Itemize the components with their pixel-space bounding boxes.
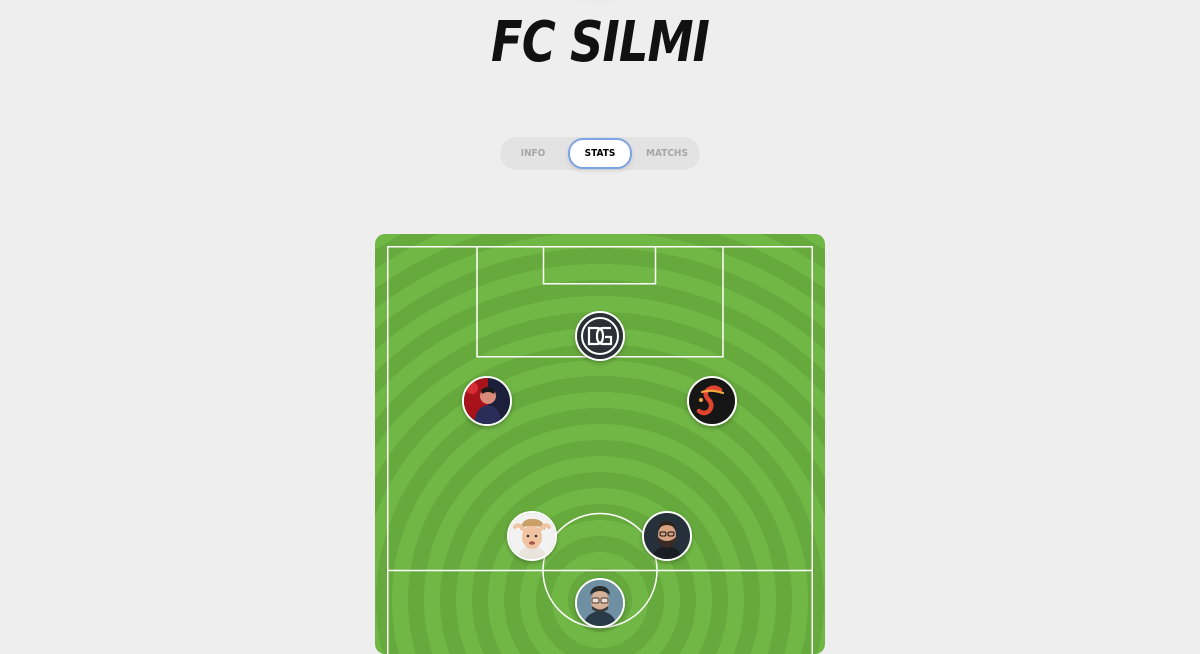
bearded-man-icon [644, 513, 690, 559]
goal-area-line [542, 246, 657, 285]
team-name-title: FC SILMI [491, 10, 710, 75]
player-goalkeeper[interactable] [575, 311, 625, 361]
player-right-defender[interactable] [687, 376, 737, 426]
player-right-midfielder[interactable] [642, 511, 692, 561]
glasses-man-icon [577, 580, 623, 626]
tab-bar: INFO STATS MATCHS [500, 137, 700, 170]
tab-info[interactable]: INFO [500, 137, 566, 170]
player-left-midfielder[interactable] [507, 511, 557, 561]
script-s-logo-icon [689, 378, 735, 424]
football-pitch [375, 234, 825, 654]
tab-matchs[interactable]: MATCHS [634, 137, 700, 170]
tab-stats[interactable]: STATS [568, 138, 632, 169]
header-logo-shadow [560, 0, 640, 4]
blond-man-icon [509, 513, 555, 559]
player-center-midfielder[interactable] [575, 578, 625, 628]
dg-monogram-logo-icon [577, 313, 623, 359]
player-left-defender[interactable] [462, 376, 512, 426]
red-lit-person-icon [464, 378, 510, 424]
